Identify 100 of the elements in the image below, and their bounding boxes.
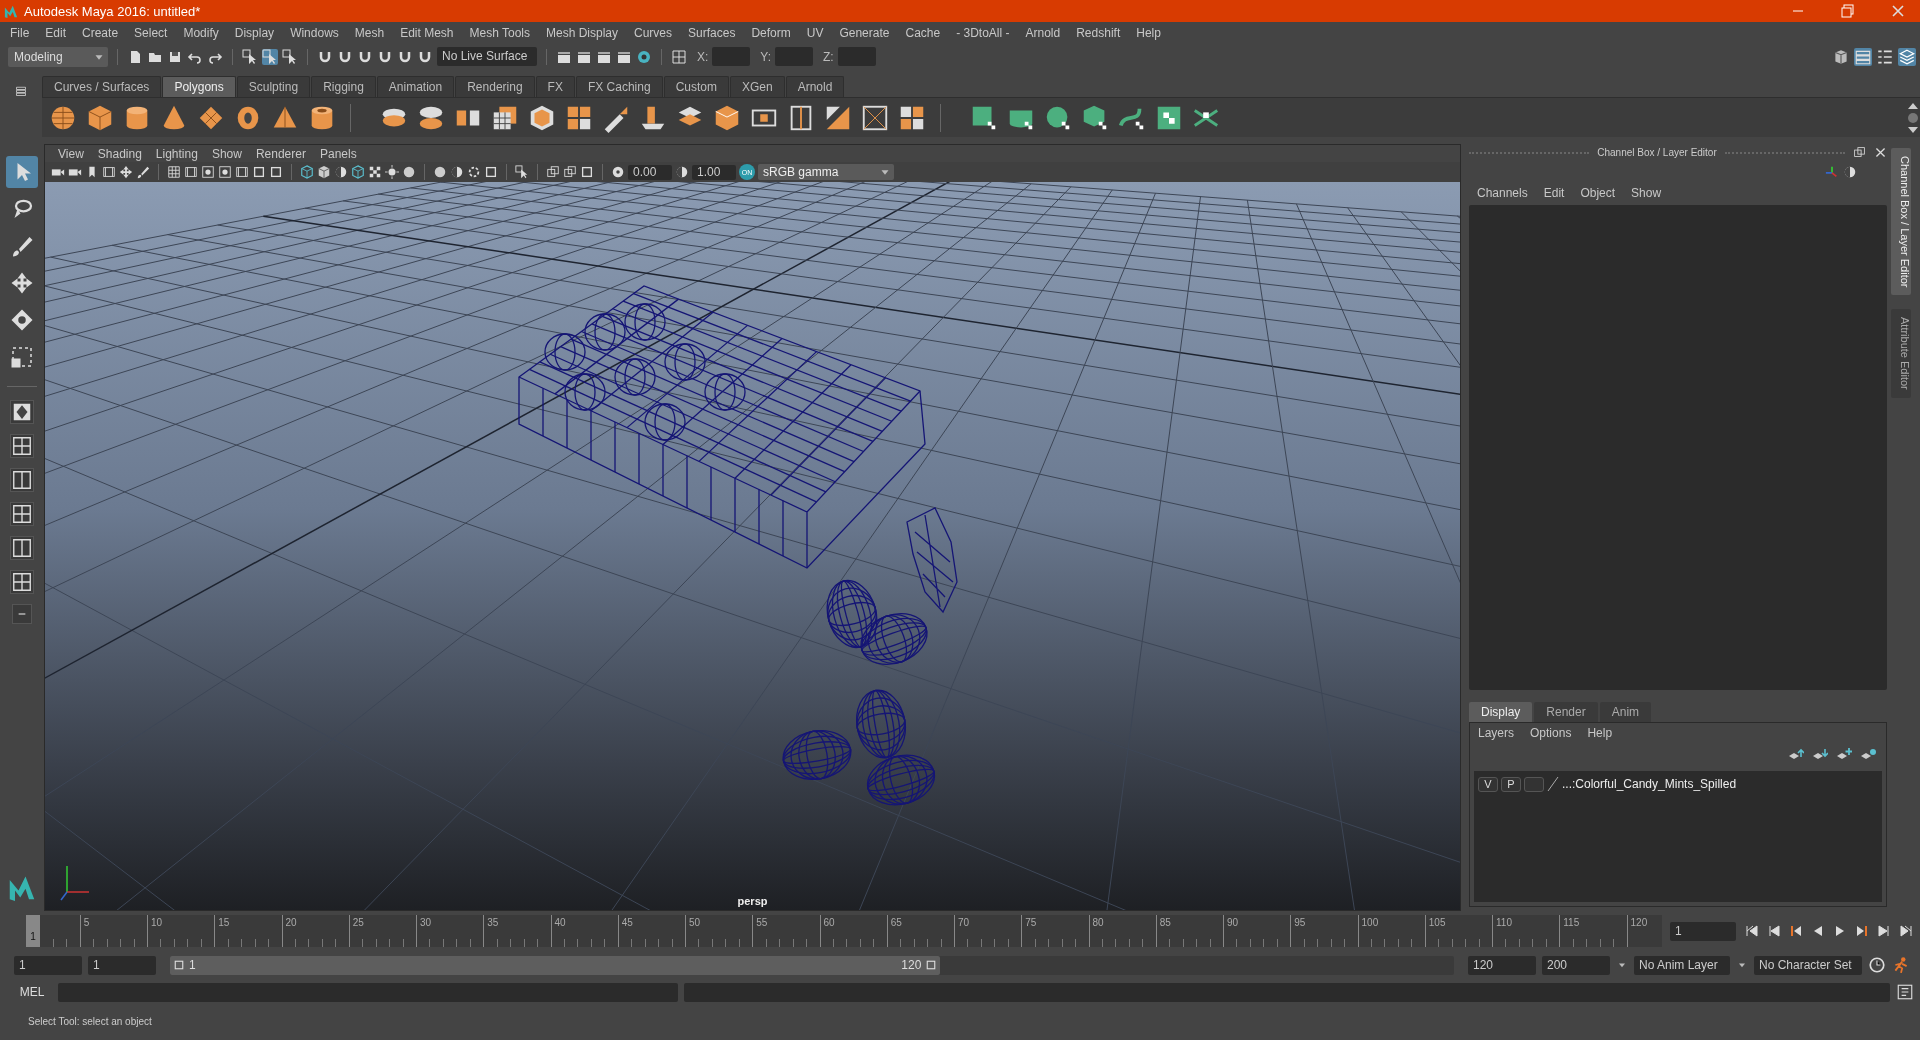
film-gate-icon[interactable] bbox=[184, 165, 198, 179]
menu-item[interactable]: Generate bbox=[831, 26, 898, 40]
layer-editor-menu[interactable]: Options bbox=[1522, 726, 1580, 740]
shelf-tab[interactable]: Arnold bbox=[785, 76, 845, 97]
panel-menu[interactable]: Panels bbox=[312, 146, 364, 161]
visibility-toggle[interactable]: V bbox=[1478, 776, 1498, 792]
panel-menu[interactable]: Show bbox=[204, 146, 249, 161]
playback-start-field[interactable]: 1 bbox=[88, 955, 156, 975]
step-back-icon[interactable] bbox=[1766, 923, 1782, 939]
menu-item[interactable]: Select bbox=[126, 26, 176, 40]
three-view-layout-icon[interactable] bbox=[10, 502, 34, 526]
menu-item[interactable]: UV bbox=[798, 26, 832, 40]
side-tab[interactable]: Attribute Editor bbox=[1891, 309, 1911, 399]
float-icon[interactable] bbox=[1853, 146, 1866, 159]
restore-icon[interactable] bbox=[1840, 3, 1856, 19]
coordinate-field[interactable] bbox=[837, 47, 876, 66]
coordinate-field[interactable] bbox=[775, 47, 814, 66]
layer-editor-tab[interactable]: Display bbox=[1469, 702, 1533, 722]
script-editor-icon[interactable] bbox=[1896, 983, 1914, 1001]
menu-item[interactable]: Cache bbox=[897, 26, 949, 40]
wireframe-icon[interactable] bbox=[300, 165, 314, 179]
menu-item[interactable]: Edit Mesh bbox=[392, 26, 462, 40]
shelf-tab[interactable]: Animation bbox=[376, 76, 455, 97]
layer-editor-tab[interactable]: Render bbox=[1534, 702, 1598, 722]
shelf-menu-icon[interactable] bbox=[15, 85, 27, 97]
time-slider[interactable]: 5 10 15 20 25 30 35 40 45 50 55 60 65 70 75 80 85 90 95 100 105 110 115 120 1 bbox=[26, 915, 1662, 947]
coordinate-field[interactable] bbox=[712, 47, 751, 66]
image-plane-icon[interactable] bbox=[102, 165, 116, 179]
outliner-layout-icon[interactable] bbox=[10, 570, 34, 594]
two-view-layout-icon[interactable] bbox=[10, 468, 34, 492]
menu-item[interactable]: Modify bbox=[175, 26, 227, 40]
shelf-tab[interactable]: Rigging bbox=[311, 76, 376, 97]
shelf-tab[interactable]: Rendering bbox=[455, 76, 535, 97]
panel-menu[interactable]: Renderer bbox=[248, 146, 313, 161]
menu-item[interactable]: Mesh bbox=[346, 26, 393, 40]
menu-item[interactable]: File bbox=[2, 26, 38, 40]
layer-color-icon[interactable] bbox=[1547, 776, 1559, 792]
four-view-layout-icon[interactable] bbox=[10, 434, 34, 458]
shelf-tab[interactable]: FX bbox=[535, 76, 575, 97]
shelf-tab[interactable]: XGen bbox=[729, 76, 785, 97]
workspace-dropdown[interactable]: Modeling bbox=[8, 46, 108, 67]
shelf-tab[interactable]: FX Caching bbox=[575, 76, 663, 97]
menu-item[interactable]: Mesh Display bbox=[538, 26, 627, 40]
single-layout-icon[interactable] bbox=[10, 400, 34, 424]
end-frame-field[interactable]: 200 bbox=[1542, 955, 1610, 975]
menu-item[interactable]: Edit bbox=[37, 26, 75, 40]
shelf-tab[interactable]: Custom bbox=[663, 76, 729, 97]
anim-layer-dropdown[interactable]: No Anim Layer bbox=[1634, 955, 1730, 975]
menu-item[interactable]: Windows bbox=[282, 26, 347, 40]
select-hierarchy-icon[interactable] bbox=[242, 48, 258, 65]
auto-key-icon[interactable] bbox=[1892, 956, 1910, 974]
grease-pencil-icon[interactable] bbox=[136, 165, 150, 179]
menu-item[interactable]: Arnold bbox=[1017, 26, 1069, 40]
menu-item[interactable]: - 3DtoAll - bbox=[948, 26, 1018, 40]
command-input-field[interactable] bbox=[58, 982, 678, 1002]
menu-item[interactable]: Mesh Tools bbox=[461, 26, 538, 40]
menu-item[interactable]: Help bbox=[1128, 26, 1169, 40]
2d-pan-icon[interactable] bbox=[119, 165, 133, 179]
layer-type-toggle[interactable] bbox=[1524, 776, 1544, 792]
layer-name[interactable]: ...:Colorful_Candy_Mints_Spilled bbox=[1562, 777, 1737, 791]
lights-icon[interactable] bbox=[385, 165, 399, 179]
view-transform-dropdown[interactable]: sRGB gamma bbox=[758, 164, 894, 180]
panel-menu[interactable]: Shading bbox=[90, 146, 149, 161]
menu-item[interactable]: Surfaces bbox=[680, 26, 744, 40]
previous-key-icon[interactable] bbox=[1788, 923, 1804, 939]
menu-item[interactable]: Display bbox=[226, 26, 283, 40]
layer-editor-menu[interactable]: Layers bbox=[1470, 726, 1523, 740]
channel-box-menu[interactable]: Show bbox=[1623, 186, 1670, 200]
playback-toggle[interactable]: P bbox=[1501, 776, 1521, 792]
channel-box-menu[interactable]: Edit bbox=[1535, 186, 1573, 200]
panel-menu[interactable]: View bbox=[51, 146, 91, 161]
collapse-icon[interactable] bbox=[12, 604, 32, 624]
range-slider-bar[interactable]: 1 120 bbox=[170, 955, 941, 975]
exposure-field[interactable]: 0.00 bbox=[628, 164, 672, 180]
go-to-start-icon[interactable] bbox=[1744, 923, 1760, 939]
range-handle-icon[interactable] bbox=[925, 959, 938, 971]
side-tab[interactable]: Channel Box / Layer Editor bbox=[1891, 148, 1911, 296]
range-slider-track[interactable]: 1 120 bbox=[170, 955, 1454, 975]
layer-editor-tab[interactable]: Anim bbox=[1599, 702, 1652, 722]
channel-box-menu[interactable]: Channels bbox=[1469, 186, 1536, 200]
isolate-select-icon[interactable] bbox=[515, 165, 529, 179]
script-language-button[interactable]: MEL bbox=[12, 985, 52, 999]
menu-item[interactable]: Redshift bbox=[1068, 26, 1129, 40]
close-icon[interactable] bbox=[1890, 3, 1906, 19]
menu-item[interactable]: Create bbox=[74, 26, 127, 40]
grid-icon[interactable] bbox=[167, 165, 181, 179]
character-set-dropdown[interactable]: No Character Set bbox=[1754, 955, 1862, 975]
gamma-field[interactable]: 1.00 bbox=[692, 164, 736, 180]
go-to-end-icon[interactable] bbox=[1898, 923, 1914, 939]
shelf-tab[interactable]: Sculpting bbox=[236, 76, 311, 97]
select-tool-button[interactable] bbox=[6, 156, 38, 188]
step-forward-icon[interactable] bbox=[1876, 923, 1892, 939]
next-key-icon[interactable] bbox=[1854, 923, 1870, 939]
channel-box-menu[interactable]: Object bbox=[1572, 186, 1624, 200]
menu-item[interactable]: Curves bbox=[626, 26, 681, 40]
side-layout-icon[interactable] bbox=[10, 536, 34, 560]
select-component-icon[interactable] bbox=[282, 48, 298, 65]
smooth-shade-icon[interactable] bbox=[317, 165, 331, 179]
shelf-tab[interactable]: Curves / Surfaces bbox=[42, 76, 162, 97]
playback-end-field[interactable]: 120 bbox=[1468, 955, 1536, 975]
